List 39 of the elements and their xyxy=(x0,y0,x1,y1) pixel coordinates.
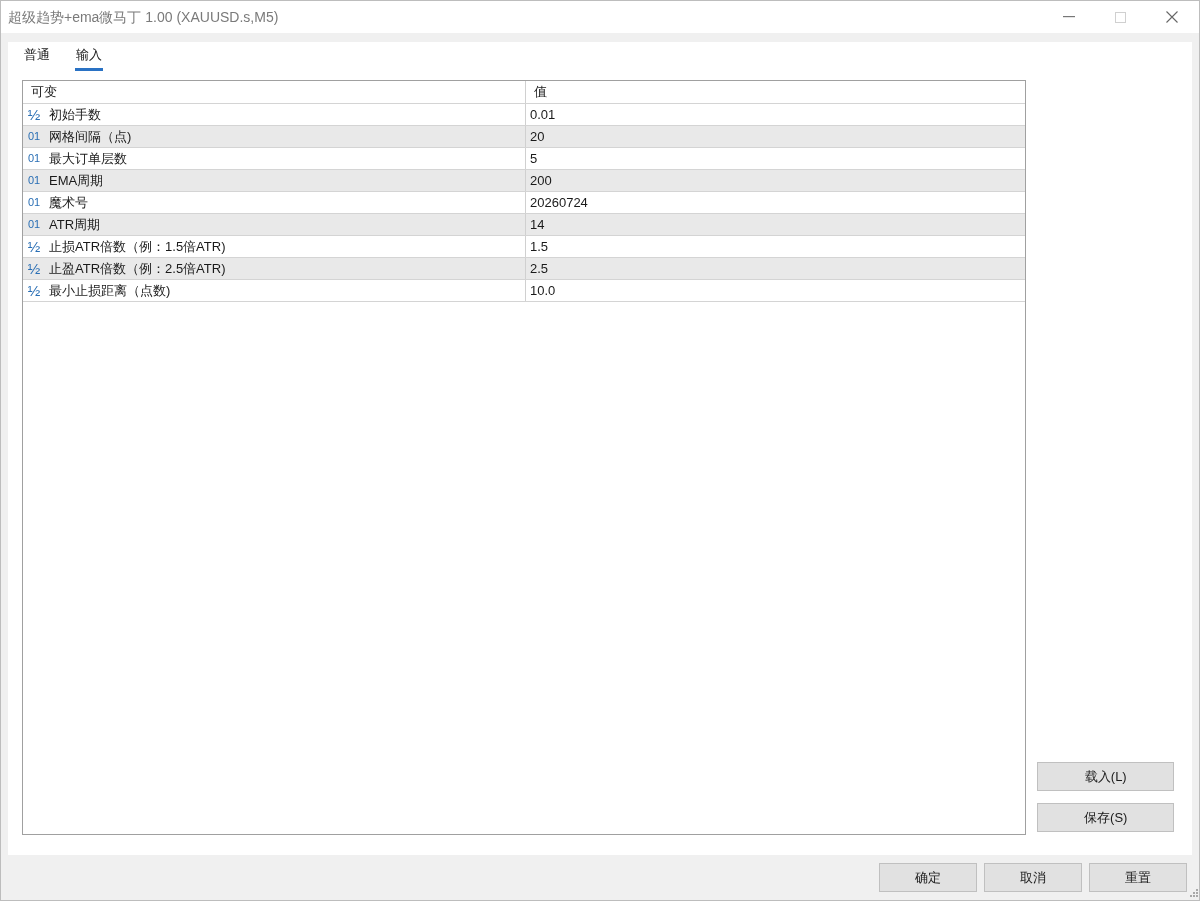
table-cell[interactable]: 20260724 xyxy=(526,192,1026,213)
digits-icon: 01 xyxy=(27,153,41,164)
parameter-name: 止盈ATR倍数（例：2.5倍ATR) xyxy=(49,259,226,278)
minimize-icon[interactable] xyxy=(1063,16,1075,18)
dialog-button[interactable]: 取消 xyxy=(984,863,1082,892)
dialog-button[interactable]: 重置 xyxy=(1089,863,1187,892)
fraction-icon: ½ xyxy=(27,107,41,122)
digits-icon: 01 xyxy=(27,175,41,186)
side-button[interactable]: 载入(L) xyxy=(1037,762,1174,791)
table-cell[interactable]: 5 xyxy=(526,148,1026,169)
side-button[interactable]: 保存(S) xyxy=(1037,803,1174,832)
fraction-icon: ½ xyxy=(27,239,41,254)
window-title: 超级趋势+ema微马丁 1.00 (XAUUSD.s,M5) xyxy=(7,7,279,27)
parameter-name: EMA周期 xyxy=(49,171,104,190)
dialog-button[interactable]: 确定 xyxy=(879,863,977,892)
tab[interactable]: 普通 xyxy=(23,45,51,71)
fraction-icon: ½ xyxy=(27,283,41,298)
close-icon[interactable] xyxy=(1166,11,1178,23)
table-cell[interactable]: 2.5 xyxy=(526,258,1026,279)
fraction-icon: ½ xyxy=(27,261,41,276)
parameter-name: 最小止损距离（点数) xyxy=(49,281,171,300)
digits-icon: 01 xyxy=(27,197,41,208)
parameter-name: 初始手数 xyxy=(49,105,101,124)
table-cell[interactable]: 200 xyxy=(526,170,1026,191)
parameter-name: 最大订单层数 xyxy=(49,149,127,168)
table-cell[interactable]: 14 xyxy=(526,214,1026,235)
parameter-name: ATR周期 xyxy=(49,215,101,234)
parameter-name: 魔术号 xyxy=(49,193,88,212)
digits-icon: 01 xyxy=(27,131,41,142)
tab[interactable]: 输入 xyxy=(75,45,103,71)
digits-icon: 01 xyxy=(27,219,41,230)
table-cell[interactable]: 20 xyxy=(526,126,1026,147)
resize-grip-icon[interactable] xyxy=(1190,889,1198,897)
table-cell[interactable]: 10.0 xyxy=(526,280,1026,301)
parameter-name: 网格间隔（点) xyxy=(49,127,132,146)
column-header[interactable]: 值 xyxy=(526,81,1026,103)
table-cell[interactable]: 0.01 xyxy=(526,104,1026,125)
parameter-name: 止损ATR倍数（例：1.5倍ATR) xyxy=(49,237,226,256)
table-cell[interactable]: 1.5 xyxy=(526,236,1026,257)
